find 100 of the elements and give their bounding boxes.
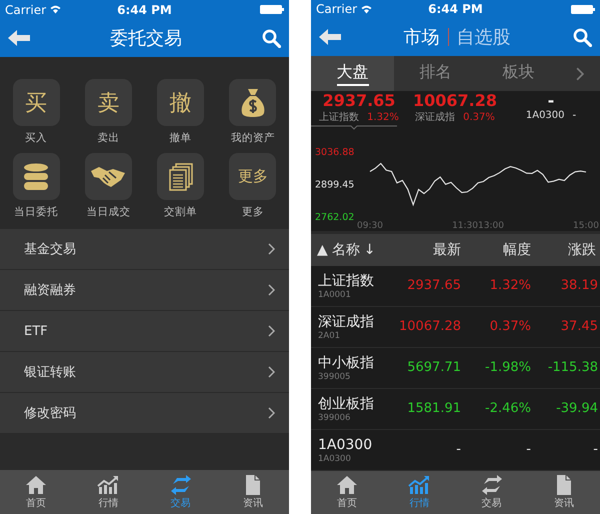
battery-icon <box>571 4 595 14</box>
stock-name: 1A0300 <box>318 436 374 454</box>
tab-bar-item[interactable]: 首页 <box>0 470 72 514</box>
index-summary[interactable]: 10067.28 深证成指 0.37% <box>407 91 503 128</box>
database-icon <box>23 162 50 190</box>
action-tile[interactable] <box>84 153 132 200</box>
stock-code: 1A0300 <box>318 454 352 464</box>
action-tile[interactable] <box>12 153 60 200</box>
column-header[interactable]: 最新 <box>391 241 461 260</box>
action-label: 买入 <box>25 131 48 145</box>
change-amount: -115.38 <box>546 360 598 376</box>
tab-bar-item[interactable]: 资讯 <box>528 470 600 514</box>
handshake-icon <box>91 166 126 188</box>
title-segment[interactable]: 自选股 <box>456 25 510 50</box>
action-tile[interactable]: 更多 <box>229 153 276 200</box>
menu-label: ETF <box>24 324 48 338</box>
quote-row[interactable]: 深证成指 2A01 10067.28 0.37% 37.45 <box>311 306 600 348</box>
rising-chart-icon <box>408 474 430 495</box>
action-label: 更多 <box>242 205 264 219</box>
action-label: 交割单 <box>164 205 198 219</box>
index-name: 1A0300 <box>526 110 565 122</box>
index-value: 2937.65 <box>322 91 396 110</box>
stock-code: 399005 <box>318 372 352 382</box>
action-tile[interactable] <box>229 79 276 126</box>
stock-name: 中小板指 <box>318 354 375 372</box>
title-segment[interactable]: 市场 <box>404 25 440 50</box>
y-axis-label: 2762.02 <box>315 212 354 224</box>
action-label: 当日委托 <box>14 205 58 219</box>
action-tile[interactable] <box>157 153 204 200</box>
menu-label: 修改密码 <box>24 405 76 422</box>
index-value: - <box>548 91 554 110</box>
wifi-icon <box>50 5 62 14</box>
quote-row[interactable]: 中小板指 399005 5697.71 -1.98% -115.38 <box>311 348 600 389</box>
index-name: 上证指数 <box>319 110 360 124</box>
back-arrow-icon[interactable] <box>319 29 341 46</box>
stock-name: 深证成指 <box>318 312 375 331</box>
action-tile[interactable]: 卖 <box>84 79 132 126</box>
chevron-right-icon <box>268 325 275 337</box>
index-name: 深证成指 <box>415 110 456 124</box>
action-label: 我的资产 <box>230 131 275 145</box>
index-change: 1.32% <box>367 112 399 123</box>
change-amount: - <box>592 442 598 458</box>
x-axis-label: 11:3013:00 <box>452 221 504 232</box>
tab-bar-item[interactable]: 行情 <box>72 470 144 514</box>
carrier-label: Carrier <box>316 2 358 16</box>
x-axis-label: 09:30 <box>357 221 383 232</box>
latest-price: 1581.91 <box>406 401 461 416</box>
latest-price: 10067.28 <box>399 319 461 334</box>
action-label: 卖出 <box>97 131 120 145</box>
money-bag-icon <box>240 88 266 118</box>
column-header[interactable]: 幅度 <box>461 241 531 260</box>
latest-price: - <box>455 442 461 458</box>
stock-name: 上证指数 <box>318 272 375 290</box>
menu-row[interactable]: 融资融券 <box>0 270 289 311</box>
index-change: - <box>572 110 576 122</box>
action-tile[interactable]: 撤 <box>157 79 204 126</box>
tab-bar-item[interactable]: 资讯 <box>216 470 289 514</box>
chevron-right-icon <box>268 243 275 255</box>
screen-title: 委托交易 <box>110 27 182 50</box>
market-tab[interactable]: 大盘 <box>311 56 394 92</box>
stock-code: 2A01 <box>318 330 342 341</box>
chevron-right-icon <box>576 66 584 81</box>
quote-row[interactable]: 上证指数 1A0001 2937.65 1.32% 38.19 <box>311 266 600 307</box>
action-tile[interactable]: 买 <box>12 79 60 126</box>
change-percent: 0.37% <box>488 319 531 334</box>
status-time: 6:44 PM <box>428 2 483 16</box>
chevron-right-icon <box>268 407 275 419</box>
y-axis-label: 2899.45 <box>315 180 354 191</box>
chevron-right-icon <box>268 284 275 296</box>
search-icon[interactable] <box>573 28 592 47</box>
menu-label: 基金交易 <box>24 241 76 258</box>
menu-row[interactable]: 银证转账 <box>0 352 289 393</box>
sort-arrow: ↓ <box>364 242 376 258</box>
change-percent: 1.32% <box>488 278 531 294</box>
menu-row[interactable]: 基金交易 <box>0 229 289 270</box>
menu-label: 融资融券 <box>24 282 76 299</box>
menu-row[interactable]: ETF <box>0 311 289 352</box>
tab-bar-item[interactable]: 交易 <box>456 470 528 514</box>
index-change: 0.37% <box>463 112 495 123</box>
index-summary[interactable]: 2937.65 上证指数 1.32% <box>311 91 407 128</box>
y-axis-label: 3036.88 <box>315 147 354 158</box>
index-summary[interactable]: - 1A0300 - <box>503 91 599 128</box>
swap-arrows-icon <box>480 474 503 495</box>
chevron-right-icon <box>268 366 275 378</box>
battery-icon <box>260 5 284 14</box>
change-amount: -39.94 <box>555 401 598 416</box>
home-icon <box>336 474 358 495</box>
quote-row[interactable]: 创业板指 399006 1581.91 -2.46% -39.94 <box>311 388 600 430</box>
stock-name: 创业板指 <box>318 394 375 413</box>
sort-toggle[interactable]: ▲ <box>317 242 328 258</box>
wifi-icon <box>361 4 372 14</box>
x-axis-label: 15:00 <box>573 221 599 232</box>
carrier-label: Carrier <box>5 2 46 16</box>
stock-code: 399006 <box>318 412 352 423</box>
column-header[interactable]: 涨跌 <box>531 241 596 260</box>
search-icon[interactable] <box>262 28 281 48</box>
latest-price: 5697.71 <box>406 360 461 376</box>
back-arrow-icon[interactable] <box>8 30 30 46</box>
column-header[interactable]: 名称 <box>332 241 360 260</box>
tab-bar-item[interactable]: 首页 <box>311 470 384 514</box>
